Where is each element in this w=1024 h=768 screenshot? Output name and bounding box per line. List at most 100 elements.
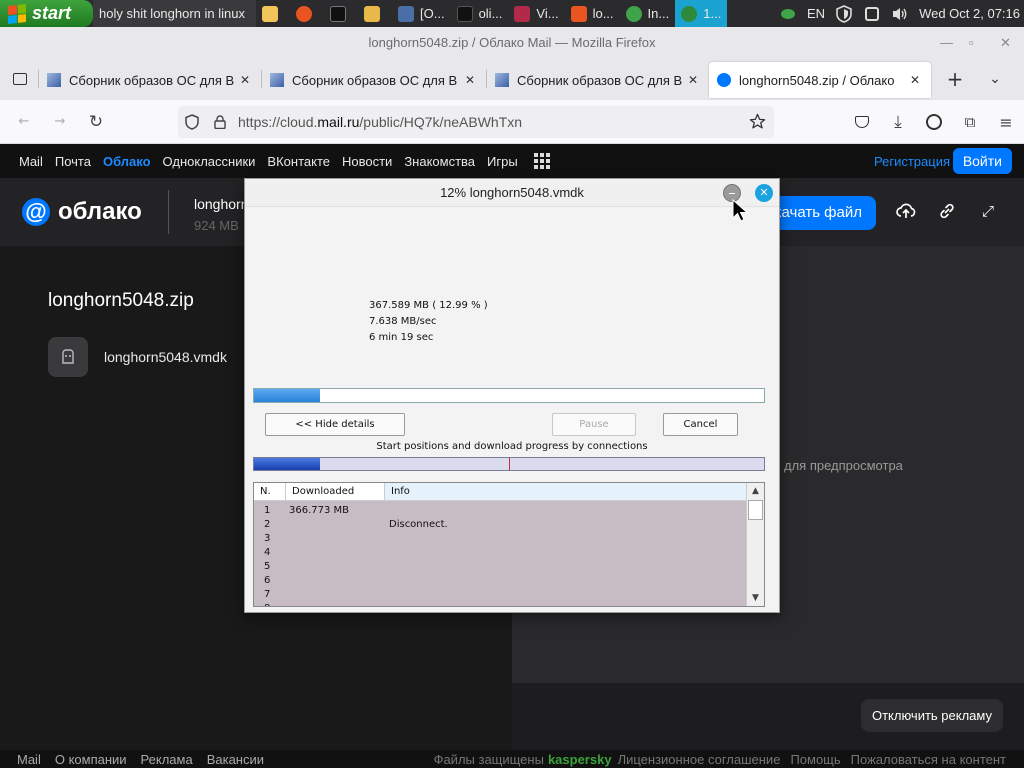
minimize-icon[interactable]: —	[940, 27, 953, 58]
nav-link-games[interactable]: Игры	[481, 154, 524, 169]
url-bar[interactable]: https://cloud.mail.ru/public/HQ7k/neABWh…	[178, 106, 774, 138]
scroll-down-icon[interactable]: ▼	[747, 590, 764, 606]
close-icon[interactable]: ✕	[1000, 27, 1011, 58]
taskbar-window-label: In...	[647, 6, 670, 21]
taskbar-window-longhorn[interactable]: holy shit longhorn in linux	[93, 0, 256, 27]
column-header-n[interactable]: N.	[254, 483, 286, 500]
taskbar-window-6[interactable]: 1...	[675, 0, 728, 27]
language-indicator[interactable]: EN	[807, 6, 825, 21]
hide-details-button[interactable]: << Hide details	[265, 413, 405, 436]
connection-row[interactable]: 2 Disconnect.	[254, 518, 747, 532]
tracking-protection-icon[interactable]	[178, 114, 206, 130]
cancel-button[interactable]: Cancel	[663, 413, 738, 436]
tab-close-icon[interactable]: ✕	[462, 73, 478, 87]
cloud-logo[interactable]: @ облако	[22, 198, 142, 226]
tab-close-icon[interactable]: ✕	[237, 73, 253, 87]
ubuntu-icon	[296, 5, 312, 22]
tab-close-icon[interactable]: ✕	[685, 73, 701, 87]
taskbar-window-5[interactable]: In...	[620, 0, 676, 27]
extensions-button[interactable]: ⧉	[952, 106, 988, 138]
reload-button[interactable]: ↻	[78, 106, 114, 138]
bookmark-star-icon[interactable]	[749, 113, 766, 133]
pause-button[interactable]: Pause	[552, 413, 636, 436]
nav-link-dating[interactable]: Знакомства	[398, 154, 481, 169]
menu-button[interactable]: ≡	[988, 106, 1024, 138]
footer-link-license[interactable]: Лицензионное соглашение	[618, 752, 781, 767]
taskbar-window-2[interactable]: oli...	[451, 0, 509, 27]
network-icon[interactable]	[779, 5, 797, 23]
connection-row[interactable]: 1 366.773 MB	[254, 504, 747, 518]
footer-link-jobs[interactable]: Вакансии	[200, 752, 271, 767]
start-button[interactable]: start	[0, 0, 93, 27]
dialog-close-icon[interactable]: ✕	[755, 184, 773, 202]
window-icon[interactable]	[863, 5, 881, 23]
taskbar-window-3[interactable]: Vi...	[508, 0, 564, 27]
taskbar-window-label: lo...	[592, 6, 614, 21]
column-header-info[interactable]: Info	[385, 483, 747, 500]
download-speed: 7.638 MB/sec	[369, 316, 437, 327]
browser-tab-active[interactable]: longhorn5048.zip / Облако ✕	[709, 62, 931, 98]
nav-link-oblako[interactable]: Облако	[97, 154, 157, 169]
browser-tab[interactable]: Сборник образов ОС для В ✕	[487, 62, 709, 98]
file-list-item[interactable]: longhorn5048.vmdk	[48, 337, 227, 377]
cloud-upload-icon[interactable]	[896, 202, 916, 225]
list-tabs-button[interactable]: ⌄	[977, 63, 1013, 95]
connection-row[interactable]: 6	[254, 574, 747, 588]
taskbar-terminal[interactable]	[324, 0, 358, 27]
nav-link-vk[interactable]: ВКонтакте	[261, 154, 336, 169]
lock-icon[interactable]	[206, 115, 234, 129]
nav-link-ok[interactable]: Одноклассники	[157, 154, 262, 169]
connection-row[interactable]: 5	[254, 560, 747, 574]
downloads-button[interactable]: ⤓	[880, 106, 916, 138]
connection-row[interactable]: 4	[254, 546, 747, 560]
footer: Mail О компании Реклама Вакансии Файлы з…	[0, 750, 1024, 768]
site-nav: Mail Почта Облако Одноклассники ВКонтакт…	[0, 144, 1024, 178]
footer-link-help[interactable]: Помощь	[780, 752, 840, 767]
pocket-button[interactable]	[844, 106, 880, 138]
start-label: start	[32, 3, 72, 23]
nav-link-news[interactable]: Новости	[336, 154, 398, 169]
new-tab-button[interactable]: +	[937, 63, 973, 95]
browser-tab[interactable]: Сборник образов ОС для В ✕	[262, 62, 486, 98]
taskbar-window-4[interactable]: lo...	[565, 0, 620, 27]
tab-favicon-icon	[47, 73, 61, 87]
register-link[interactable]: Регистрация	[874, 154, 950, 169]
clock[interactable]: Wed Oct 2, 07:16	[919, 6, 1020, 21]
browser-tab[interactable]: Сборник образов ОС для В ✕	[39, 62, 261, 98]
nav-link-mail[interactable]: Mail	[0, 154, 49, 169]
account-button[interactable]	[916, 106, 952, 138]
connection-row[interactable]: 7	[254, 588, 747, 602]
taskbar-files[interactable]	[358, 0, 392, 27]
download-progress-fill	[254, 389, 321, 402]
back-button[interactable]: ←	[6, 106, 42, 138]
footer-link-ads[interactable]: Реклама	[134, 752, 200, 767]
taskbar-window-1[interactable]: [O...	[392, 0, 451, 27]
apps-grid-icon[interactable]	[533, 153, 550, 169]
footer-link-about[interactable]: О компании	[48, 752, 134, 767]
forward-button[interactable]: →	[42, 106, 78, 138]
scroll-up-icon[interactable]: ▲	[747, 483, 764, 499]
scroll-thumb[interactable]	[748, 500, 763, 520]
link-icon[interactable]	[938, 202, 956, 225]
footer-link-mail[interactable]: Mail	[0, 752, 48, 767]
login-button[interactable]: Войти	[952, 148, 1012, 174]
tab-close-icon[interactable]: ✕	[907, 73, 923, 87]
volume-icon[interactable]	[891, 5, 909, 23]
taskbar-ubuntu[interactable]	[290, 0, 324, 27]
firefox-view-button[interactable]	[2, 63, 38, 95]
maximize-icon[interactable]: ▫	[969, 27, 974, 58]
kaspersky-logo[interactable]: kaspersky	[544, 752, 618, 767]
column-header-downloaded[interactable]: Downloaded	[286, 483, 385, 500]
connection-row[interactable]: 8	[254, 602, 747, 606]
connection-number: 2	[264, 519, 271, 530]
taskbar-window-label: Vi...	[536, 6, 559, 21]
tab-label: Сборник образов ОС для В	[292, 72, 458, 88]
taskbar-file-manager[interactable]	[256, 0, 290, 27]
connections-scrollbar[interactable]: ▲ ▼	[746, 483, 764, 606]
fullscreen-icon[interactable]: ⤢	[982, 202, 994, 220]
disable-ads-button[interactable]: Отключить рекламу	[861, 699, 1003, 732]
connection-row[interactable]: 3	[254, 532, 747, 546]
nav-link-pochta[interactable]: Почта	[49, 154, 97, 169]
shield-icon[interactable]	[835, 4, 853, 23]
footer-link-report[interactable]: Пожаловаться на контент	[841, 752, 1006, 767]
